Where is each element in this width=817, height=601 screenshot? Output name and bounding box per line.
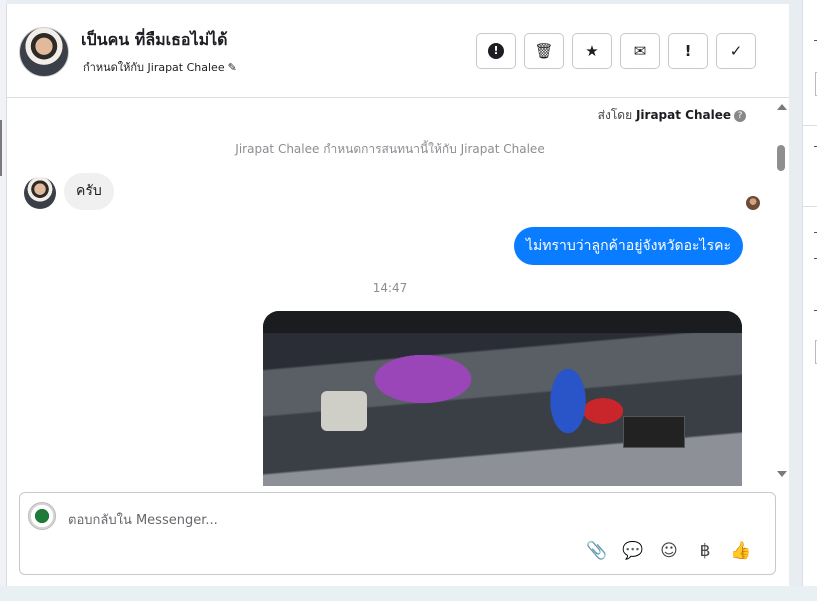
panel-divider xyxy=(803,125,817,126)
delete-button[interactable]: 🗑 xyxy=(524,33,564,69)
message-thread[interactable]: ส่งโดย Jirapat Chalee? Jirapat Chalee กำ… xyxy=(7,98,773,486)
star-button[interactable]: ★ xyxy=(572,33,612,69)
trash-icon: 🗑 xyxy=(534,42,554,60)
emoji-icon[interactable]: ☺ xyxy=(657,539,681,563)
photo-hood xyxy=(263,311,742,333)
conversation-header: เป็นคน ที่ลืมเธอไม่ได้ กำหนดให้กับ Jirap… xyxy=(7,4,789,98)
reply-input[interactable]: ตอบกลับใน Messenger... xyxy=(68,509,218,530)
system-message: Jirapat Chalee กำหนดการสนทนานี้ให้กับ Ji… xyxy=(235,142,545,156)
star-icon: ★ xyxy=(585,42,599,60)
report-button[interactable]: ! xyxy=(476,33,516,69)
saved-replies-icon[interactable]: 💬 xyxy=(621,539,645,563)
scroll-down-icon[interactable] xyxy=(777,471,787,477)
scroll-thumb[interactable] xyxy=(777,145,785,171)
reply-composer[interactable]: ตอบกลับใน Messenger... 📎 💬 ☺ ฿ 👍 xyxy=(19,492,776,575)
attach-icon[interactable]: 📎 xyxy=(585,539,609,563)
sent-by-label: ส่งโดย Jirapat Chalee? xyxy=(598,106,746,125)
contact-name: เป็นคน ที่ลืมเธอไม่ได้ xyxy=(81,30,228,49)
help-icon[interactable]: ? xyxy=(734,110,746,122)
incoming-message[interactable]: ครับ xyxy=(64,173,114,210)
assignment-label[interactable]: กำหนดให้กับ Jirapat Chalee ✎ xyxy=(83,58,237,76)
photo-battery xyxy=(623,416,685,448)
bottom-strip xyxy=(0,586,817,601)
panel-divider xyxy=(803,206,817,207)
check-icon: ✓ xyxy=(729,42,743,60)
right-side-panel xyxy=(802,0,817,586)
assignment-text: กำหนดให้กับ Jirapat Chalee xyxy=(83,61,225,74)
scroll-up-icon[interactable] xyxy=(777,104,787,110)
envelope-icon: ✉ xyxy=(633,42,647,60)
like-icon[interactable]: 👍 xyxy=(729,539,753,563)
mark-unread-button[interactable]: ✉ xyxy=(620,33,660,69)
done-button[interactable]: ✓ xyxy=(716,33,756,69)
incoming-avatar xyxy=(24,177,56,209)
photo-reservoir xyxy=(321,391,367,431)
engine-photo[interactable] xyxy=(263,311,742,486)
pencil-icon[interactable]: ✎ xyxy=(228,61,237,74)
composer-tools: 📎 💬 ☺ ฿ 👍 xyxy=(585,539,765,563)
baht-icon[interactable]: ฿ xyxy=(693,539,717,563)
flag-button[interactable]: ! xyxy=(668,33,708,69)
exclamation-circle-icon: ! xyxy=(488,43,504,59)
outgoing-message[interactable]: ไม่ทราบว่าลูกค้าอยู่จังหวัดอะไรคะ xyxy=(514,227,743,265)
edge-indicator xyxy=(0,120,2,176)
exclamation-icon: ! xyxy=(684,42,692,60)
seen-avatar xyxy=(746,196,760,210)
contact-avatar[interactable] xyxy=(19,27,69,77)
thread-scrollbar[interactable] xyxy=(773,98,789,486)
sent-by-name: Jirapat Chalee xyxy=(635,108,731,122)
page-avatar xyxy=(28,502,56,530)
sent-by-prefix: ส่งโดย xyxy=(597,108,633,122)
message-timestamp: 14:47 xyxy=(372,281,408,295)
conversation-panel: เป็นคน ที่ลืมเธอไม่ได้ กำหนดให้กับ Jirap… xyxy=(6,4,789,586)
